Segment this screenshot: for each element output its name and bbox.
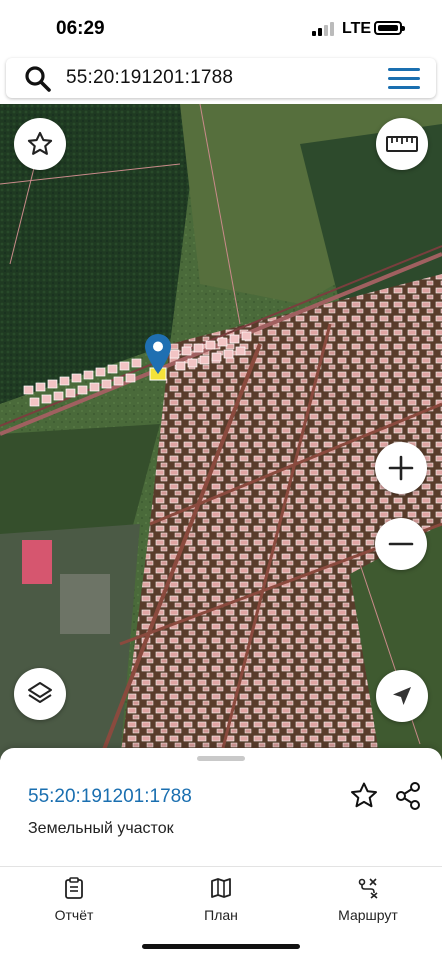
- zoom-in-button[interactable]: [375, 442, 427, 494]
- hamburger-menu-icon[interactable]: [388, 67, 420, 91]
- map-pin-icon[interactable]: [145, 334, 171, 374]
- tab-report[interactable]: Отчёт: [14, 877, 134, 923]
- layers-icon: [28, 682, 52, 703]
- status-time: 06:29: [56, 18, 105, 39]
- search-input[interactable]: 55:20:191201:1788: [66, 67, 233, 89]
- share-icon[interactable]: [392, 780, 424, 812]
- route-icon: [358, 878, 378, 899]
- tab-report-label: Отчёт: [54, 907, 94, 923]
- measure-button[interactable]: [376, 118, 428, 170]
- tab-route[interactable]: Маршрут: [308, 877, 428, 923]
- parcel-number: 55:20:191201:1788: [28, 786, 192, 807]
- minus-icon: [388, 542, 414, 546]
- star-outline-icon[interactable]: [348, 780, 380, 812]
- star-outline-icon: [27, 131, 53, 155]
- satellite-map[interactable]: [0, 104, 442, 760]
- tab-plan[interactable]: План: [161, 877, 281, 923]
- status-bar: 06:29 LTE: [0, 0, 442, 58]
- plus-icon: [388, 455, 414, 481]
- signal-strength-icon: [312, 22, 334, 36]
- map-plan-icon: [211, 878, 231, 898]
- tab-route-label: Маршрут: [338, 907, 398, 923]
- navigation-arrow-icon: [393, 687, 411, 705]
- home-indicator: [142, 944, 300, 949]
- my-location-button[interactable]: [376, 670, 428, 722]
- sheet-grabber[interactable]: [197, 756, 245, 761]
- report-clipboard-icon: [65, 877, 83, 899]
- battery-icon: [374, 21, 405, 35]
- map-favorite-button[interactable]: [14, 118, 66, 170]
- search-bar[interactable]: 55:20:191201:1788: [6, 58, 436, 98]
- tab-plan-label: План: [204, 907, 238, 923]
- layers-button[interactable]: [14, 668, 66, 720]
- search-icon[interactable]: [24, 65, 52, 93]
- zoom-out-button[interactable]: [375, 518, 427, 570]
- parcel-info-sheet[interactable]: 55:20:191201:1788 Земельный участок: [0, 748, 442, 866]
- parcel-type: Земельный участок: [28, 820, 174, 837]
- network-label: LTE: [342, 20, 372, 37]
- map-imagery[interactable]: [0, 104, 442, 760]
- ruler-icon: [386, 136, 418, 152]
